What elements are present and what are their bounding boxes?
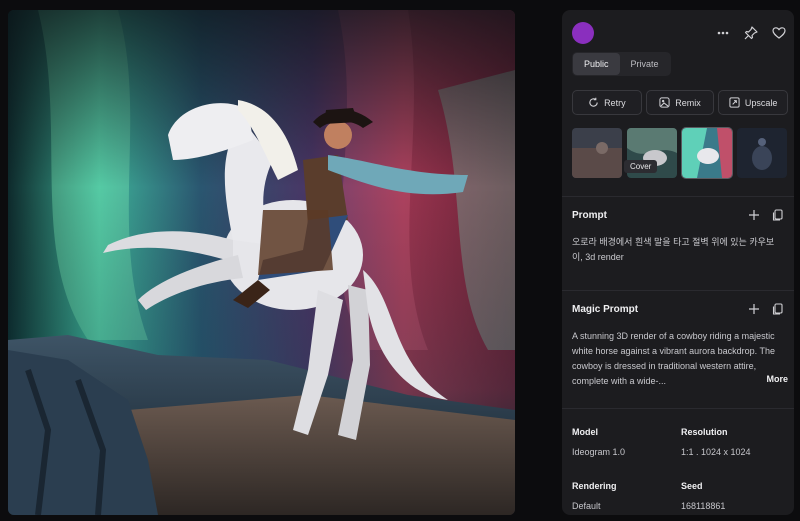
resolution-value: 1:1 . 1024 x 1024 xyxy=(681,447,751,457)
copy-icon[interactable] xyxy=(772,209,784,221)
thumbnail-4[interactable] xyxy=(737,128,787,178)
avatar[interactable] xyxy=(572,22,594,44)
rendering-info: Rendering Default xyxy=(572,481,617,511)
upscale-button[interactable]: Upscale xyxy=(718,90,788,115)
refresh-icon xyxy=(589,97,598,107)
retry-label: Retry xyxy=(604,97,626,108)
upscale-icon xyxy=(729,97,740,108)
prompt-actions xyxy=(748,209,784,221)
more-horizontal-icon[interactable] xyxy=(716,26,730,40)
retry-button[interactable]: Retry xyxy=(572,90,642,115)
variation-thumbnails xyxy=(572,127,788,179)
plus-icon[interactable] xyxy=(748,209,760,221)
prompt-text: 오로라 배경에서 흰색 말을 타고 절벽 위에 있는 카우보이, 3d rend… xyxy=(572,237,775,262)
tab-private[interactable]: Private xyxy=(620,53,670,75)
rendering-value: Default xyxy=(572,501,601,511)
seed-value: 168118861 xyxy=(681,501,726,511)
more-link[interactable]: More xyxy=(762,374,788,384)
upscale-label: Upscale xyxy=(744,97,778,108)
remix-icon xyxy=(659,97,670,108)
rendering-label: Rendering xyxy=(572,481,617,491)
remix-label: Remix xyxy=(675,97,701,108)
thumbnail-1[interactable] xyxy=(572,128,622,178)
plus-icon[interactable] xyxy=(748,303,760,315)
tab-public[interactable]: Public xyxy=(573,53,620,75)
prompt-title: Prompt xyxy=(572,210,607,221)
seed-label: Seed xyxy=(681,481,703,491)
cover-tooltip: Cover xyxy=(624,160,658,173)
model-info: Model Ideogram 1.0 xyxy=(572,427,625,457)
resolution-info: Resolution 1:1 . 1024 x 1024 xyxy=(681,427,751,457)
action-buttons: Retry Remix Upscale xyxy=(572,90,788,115)
copy-icon[interactable] xyxy=(772,303,784,315)
magic-prompt-text: A stunning 3D render of a cowboy riding … xyxy=(572,331,775,386)
resolution-label: Resolution xyxy=(681,427,728,437)
heart-icon[interactable] xyxy=(772,26,786,40)
details-panel: Public Private Retry Remix Upscale Cover xyxy=(562,10,794,515)
magic-prompt-actions xyxy=(748,303,784,315)
generated-image[interactable] xyxy=(8,10,515,515)
thumbnail-3[interactable] xyxy=(681,127,733,179)
visibility-toggle: Public Private xyxy=(572,52,671,76)
pin-icon[interactable] xyxy=(744,26,758,40)
divider xyxy=(562,408,794,409)
seed-info: Seed 168118861 xyxy=(681,481,725,511)
divider xyxy=(562,290,794,291)
magic-prompt-title: Magic Prompt xyxy=(572,304,639,315)
model-label: Model xyxy=(572,427,598,437)
remix-button[interactable]: Remix xyxy=(645,90,715,115)
panel-header xyxy=(572,21,786,45)
divider xyxy=(562,196,794,197)
model-value: Ideogram 1.0 xyxy=(572,447,626,457)
